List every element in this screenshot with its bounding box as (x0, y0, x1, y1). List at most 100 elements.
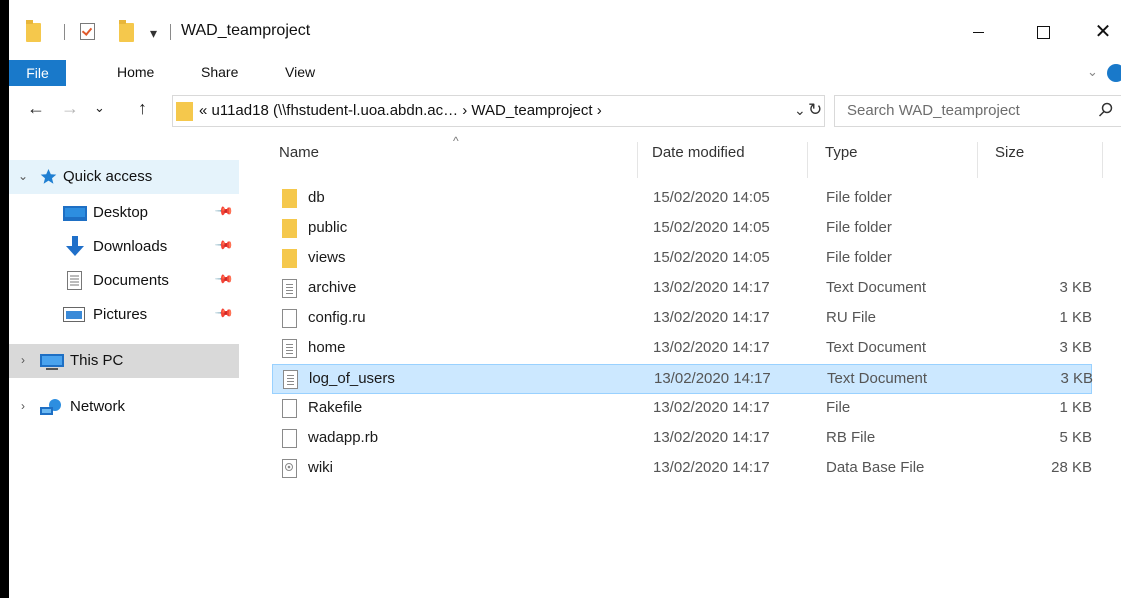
file-row[interactable]: wiki 13/02/2020 14:17 Data Base File 28 KB (272, 454, 1092, 484)
help-icon[interactable] (1107, 64, 1121, 82)
tab-share[interactable]: Share (201, 64, 238, 80)
file-date-modified: 13/02/2020 14:17 (653, 279, 770, 296)
minimize-button[interactable] (955, 14, 1001, 50)
file-name: Rakefile (308, 399, 363, 416)
title-bar: ▾ WAD_teamproject ✕ (9, 0, 1121, 60)
sidebar-item-this-pc[interactable]: › This PC (9, 344, 239, 378)
file-date-modified: 15/02/2020 14:05 (653, 219, 770, 236)
file-date-modified: 13/02/2020 14:17 (653, 429, 770, 446)
file-type: Text Document (826, 339, 927, 356)
column-divider[interactable] (637, 142, 638, 178)
tab-file[interactable]: File (9, 60, 66, 86)
sort-ascending-icon: ^ (453, 134, 459, 148)
file-type: RU File (826, 309, 877, 326)
sidebar-item-network[interactable]: › Network (9, 390, 239, 424)
file-row[interactable]: public 15/02/2020 14:05 File folder (272, 214, 1092, 244)
folder-icon (282, 189, 297, 208)
blank-file-icon (282, 399, 297, 418)
text-file-icon (283, 370, 298, 389)
column-divider[interactable] (977, 142, 978, 178)
sidebar-item-quick-access[interactable]: ⌄ Quick access (9, 160, 239, 194)
file-type: File folder (826, 249, 892, 266)
address-bar[interactable]: « u11ad18 (\\fhstudent-l.uoa.abdn.ac… › … (172, 95, 825, 127)
file-row[interactable]: Rakefile 13/02/2020 14:17 File 1 KB (272, 394, 1092, 424)
minimize-icon (973, 32, 984, 33)
column-header-type[interactable]: Type (825, 144, 858, 161)
sidebar-item-label: Network (70, 398, 126, 415)
column-header-name[interactable]: Name (279, 144, 319, 161)
new-folder-icon[interactable] (119, 20, 134, 42)
column-header-date-modified[interactable]: Date modified (652, 144, 745, 161)
forward-button[interactable]: → (61, 98, 79, 119)
back-button[interactable]: ← (27, 98, 45, 119)
file-date-modified: 13/02/2020 14:17 (654, 370, 771, 387)
address-dropdown-button[interactable]: ⌄ (794, 102, 806, 119)
file-date-modified: 13/02/2020 14:17 (653, 339, 770, 356)
search-icon (1098, 102, 1113, 117)
refresh-button[interactable]: ↻ (808, 100, 822, 120)
file-date-modified: 15/02/2020 14:05 (653, 249, 770, 266)
file-type: Text Document (826, 279, 927, 296)
file-row[interactable]: views 15/02/2020 14:05 File folder (272, 244, 1092, 274)
search-box[interactable]: Search WAD_teamproject (834, 95, 1121, 127)
desktop-icon (63, 206, 87, 221)
search-input[interactable]: Search WAD_teamproject (847, 102, 1020, 119)
file-size: 28 KB (1051, 459, 1092, 476)
pin-icon: 📌 (214, 234, 235, 256)
sidebar-item-label: Pictures (93, 306, 148, 323)
qat-separator (170, 24, 171, 40)
close-button[interactable]: ✕ (1080, 14, 1121, 50)
sidebar-item-desktop[interactable]: Desktop 📌 (9, 196, 239, 230)
file-row[interactable]: home 13/02/2020 14:17 Text Document 3 KB (272, 334, 1092, 364)
file-size: 5 KB (1059, 429, 1092, 446)
sidebar-item-downloads[interactable]: Downloads 📌 (9, 230, 239, 264)
navigation-pane: ⌄ Quick access Desktop 📌 Downloads 📌 Doc… (9, 132, 249, 598)
up-button[interactable]: ↑ (138, 98, 147, 119)
column-header-size[interactable]: Size (995, 144, 1024, 161)
expand-ribbon-icon[interactable]: ⌄ (1087, 64, 1098, 80)
file-row[interactable]: wadapp.rb 13/02/2020 14:17 RB File 5 KB (272, 424, 1092, 454)
ribbon-tabs: File Home Share View ⌄ (9, 60, 1121, 86)
file-size: 1 KB (1059, 309, 1092, 326)
expand-caret-icon[interactable]: ⌄ (18, 169, 28, 183)
blank-file-icon (282, 309, 297, 328)
column-divider[interactable] (1102, 142, 1103, 178)
expand-caret-icon[interactable]: › (21, 399, 25, 413)
maximize-button[interactable] (1020, 14, 1066, 50)
customize-qat-button[interactable]: ▾ (150, 25, 157, 42)
text-file-icon (282, 279, 297, 298)
file-date-modified: 15/02/2020 14:05 (653, 189, 770, 206)
file-row[interactable]: config.ru 13/02/2020 14:17 RU File 1 KB (272, 304, 1092, 334)
maximize-icon (1037, 26, 1050, 39)
file-row[interactable]: log_of_users 13/02/2020 14:17 Text Documen… (272, 364, 1093, 394)
file-row[interactable]: archive 13/02/2020 14:17 Text Document 3 KB (272, 274, 1092, 304)
column-divider[interactable] (807, 142, 808, 178)
sidebar-item-label: Documents (93, 272, 169, 289)
file-size: 3 KB (1059, 339, 1092, 356)
file-date-modified: 13/02/2020 14:17 (653, 399, 770, 416)
tab-home[interactable]: Home (117, 64, 154, 80)
pc-icon (40, 354, 64, 370)
file-type: Data Base File (826, 459, 925, 476)
file-size: 3 KB (1059, 279, 1092, 296)
file-name: wadapp.rb (308, 429, 379, 446)
address-path[interactable]: « u11ad18 (\\fhstudent-l.uoa.abdn.ac… › … (199, 102, 602, 119)
file-row[interactable]: db 15/02/2020 14:05 File folder (272, 184, 1092, 214)
expand-caret-icon[interactable]: › (21, 353, 25, 367)
file-name: archive (308, 279, 357, 296)
tab-view[interactable]: View (285, 64, 315, 80)
sidebar-item-pictures[interactable]: Pictures 📌 (9, 298, 239, 332)
folder-icon (282, 219, 297, 238)
recent-locations-button[interactable]: ⌄ (94, 100, 105, 116)
file-size: 3 KB (1060, 370, 1093, 387)
properties-icon[interactable] (80, 23, 95, 40)
file-type: File (826, 399, 851, 416)
file-name: db (308, 189, 325, 206)
sidebar-item-documents[interactable]: Documents 📌 (9, 264, 239, 298)
file-type: Text Document (827, 370, 928, 387)
file-type: File folder (826, 219, 892, 236)
folder-icon (26, 20, 41, 42)
file-list: ^ Name Date modified Type Size db 15/02/2… (249, 132, 1121, 598)
star-icon (40, 169, 57, 184)
file-name: wiki (308, 459, 333, 476)
